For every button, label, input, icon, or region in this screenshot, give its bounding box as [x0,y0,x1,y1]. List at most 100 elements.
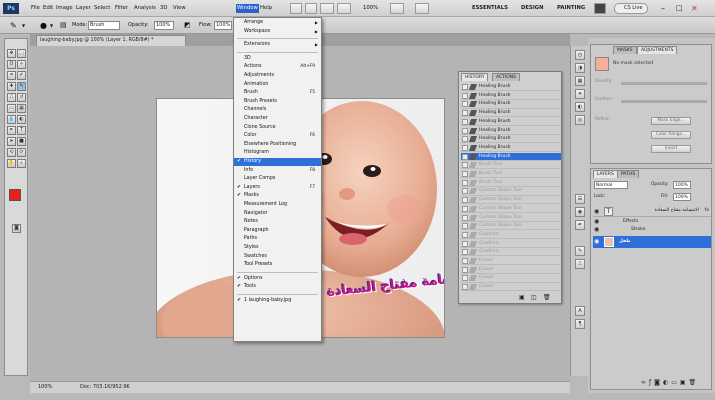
history-source-checkbox[interactable] [462,127,468,134]
window-menu-item[interactable]: Paragraph [234,227,321,235]
history-state-row[interactable]: Brush Tool [461,170,561,179]
history-source-checkbox[interactable] [462,223,468,230]
window-menu-item[interactable]: Navigator [234,210,321,218]
history-state-row[interactable]: Healing Brush [461,135,561,144]
history-state-row[interactable]: Healing Brush [461,100,561,109]
type-tool-icon[interactable]: T [17,126,26,135]
character-panel-icon[interactable]: A [575,306,585,316]
history-state-row[interactable]: Eraser [461,266,561,274]
window-menu-item[interactable]: Swatches [234,253,321,261]
workspace-more-icon[interactable] [594,3,606,14]
quick-select-tool-icon[interactable]: ✧ [17,60,26,69]
window-menu-item[interactable]: Channels [234,106,321,114]
brush-tool-icon-active[interactable]: ✎ [17,82,26,91]
layer-row-image[interactable]: ◉ طفل [593,236,711,248]
link-layers-icon[interactable]: ∞ [641,379,649,386]
tab-masks[interactable]: MASKS [613,46,637,54]
status-zoom[interactable]: 100% [38,384,52,390]
mask-edge-button[interactable]: Mask Edge... [651,117,691,125]
history-state-row[interactable]: Healing Brush [461,83,561,92]
brush-panel-icon[interactable]: ✎ [575,246,585,256]
maximize-icon[interactable]: □ [675,4,684,13]
delete-layer-icon[interactable]: 🗑 [689,379,700,386]
pen-tool-icon[interactable]: ✒ [7,126,16,135]
history-source-checkbox[interactable] [462,162,468,169]
marquee-tool-icon[interactable]: ⬚ [17,49,26,58]
screen-mode-icon[interactable] [390,3,404,14]
paths-panel-icon[interactable]: ✒ [575,220,585,230]
window-menu-item[interactable]: 3D [234,55,321,63]
workspace-design[interactable]: DESIGN [521,3,544,14]
layer-row-stroke[interactable]: ◉ Stroke [593,226,711,234]
move-tool-icon[interactable]: ✥ [7,49,16,58]
history-state-row[interactable]: Brush Tool [461,179,561,187]
gradient-tool-icon[interactable]: ▦ [17,104,26,113]
clone-source-panel-icon[interactable]: ⎍ [575,259,585,269]
menu-filter[interactable]: Filter [114,4,129,13]
tab-layers[interactable]: LAYERS [593,170,618,178]
menu-window[interactable]: Window [236,4,259,13]
visibility-eye-icon[interactable]: ◉ [594,208,599,215]
brush-tool-icon[interactable]: ✎ [10,21,17,30]
arrange-documents-icon[interactable] [337,3,351,14]
history-state-row[interactable]: Healing Brush [461,92,561,100]
tab-adjustments[interactable]: ADJUSTMENTS [637,46,678,54]
window-menu-item[interactable]: Layer Comps [234,175,321,183]
history-state-row[interactable]: Healing Brush [461,152,561,161]
eraser-tool-icon[interactable]: ▭ [7,104,16,113]
effects-eye-icon[interactable]: ◉ [594,218,599,225]
delete-state-icon[interactable]: 🗑 [543,294,551,301]
history-state-row[interactable]: Gradient [461,231,561,240]
zoom-tool-icon[interactable]: ⌕ [17,159,26,168]
history-source-checkbox[interactable] [462,153,468,160]
layer-row-effects[interactable]: ◉ Effects [593,218,711,226]
image-eye-icon[interactable]: ◉ [594,238,599,245]
tool-preset-arrow-icon[interactable]: ▼ [22,21,25,30]
window-menu-item[interactable]: Extensions ▶ [234,41,321,49]
workspace-painting[interactable]: PAINTING [557,3,585,14]
new-document-icon[interactable]: ◫ [531,294,537,301]
mode-select[interactable]: Brush [88,21,120,30]
shape-tool-icon[interactable]: ■ [17,137,26,146]
paragraph-panel-icon[interactable]: ¶ [575,319,585,329]
menu-analysis[interactable]: Analysis [133,4,157,13]
window-menu-item[interactable]: Paths [234,235,321,243]
window-menu-item[interactable]: Notes [234,218,321,226]
fill-input[interactable]: 100% [673,193,691,201]
window-menu-item[interactable]: Clone Source [234,124,321,132]
lasso-tool-icon[interactable]: ʘ [7,60,16,69]
history-state-row[interactable]: Custom Shape Tool [461,196,561,205]
history-state-row[interactable]: Eraser [461,257,561,266]
color-range-button[interactable]: Color Range... [651,131,691,139]
history-source-checkbox[interactable] [462,101,468,108]
history-state-row[interactable]: Custom Shape Tool [461,205,561,213]
3d-rotate-tool-icon[interactable]: ⟲ [7,148,16,157]
history-state-row[interactable]: Healing Brush [461,118,561,126]
flow-input[interactable]: 100% [214,21,232,30]
history-brush-tool-icon[interactable]: ↺ [17,93,26,102]
history-source-checkbox[interactable] [462,84,468,90]
history-source-checkbox[interactable] [462,92,468,99]
window-menu-item[interactable]: Info F8 [234,167,321,175]
tab-history[interactable]: HISTORY [461,73,489,81]
layer-opacity-input[interactable]: 100% [673,181,691,189]
styles-panel-icon[interactable]: ✦ [575,89,585,99]
menu-help[interactable]: Help [259,4,273,13]
tab-paths[interactable]: PATHS [617,170,640,178]
window-menu-item[interactable]: 1 laughing-baby.jpg ✔ [234,297,321,305]
menu-edit[interactable]: Edit [42,4,54,13]
image-layer-name[interactable]: طفل [619,239,631,244]
history-state-row[interactable]: Healing Brush [461,109,561,118]
menu-file[interactable]: File [30,4,41,13]
feather-slider[interactable] [621,100,707,103]
history-source-checkbox[interactable] [462,171,468,177]
layers-panel-icon[interactable]: ☰ [575,194,585,204]
brush-picker-arrow-icon[interactable]: ▼ [50,21,53,30]
brush-size-icon[interactable]: ● [40,21,47,30]
tab-actions[interactable]: ACTIONS [492,73,520,81]
window-menu-item[interactable]: Measurement Log [234,201,321,209]
window-menu-item[interactable]: Arrange ▶ [234,19,321,27]
history-source-checkbox[interactable] [462,258,468,264]
history-source-checkbox[interactable] [462,284,468,291]
window-menu-item[interactable]: Layers ✔ F7 [234,184,321,192]
